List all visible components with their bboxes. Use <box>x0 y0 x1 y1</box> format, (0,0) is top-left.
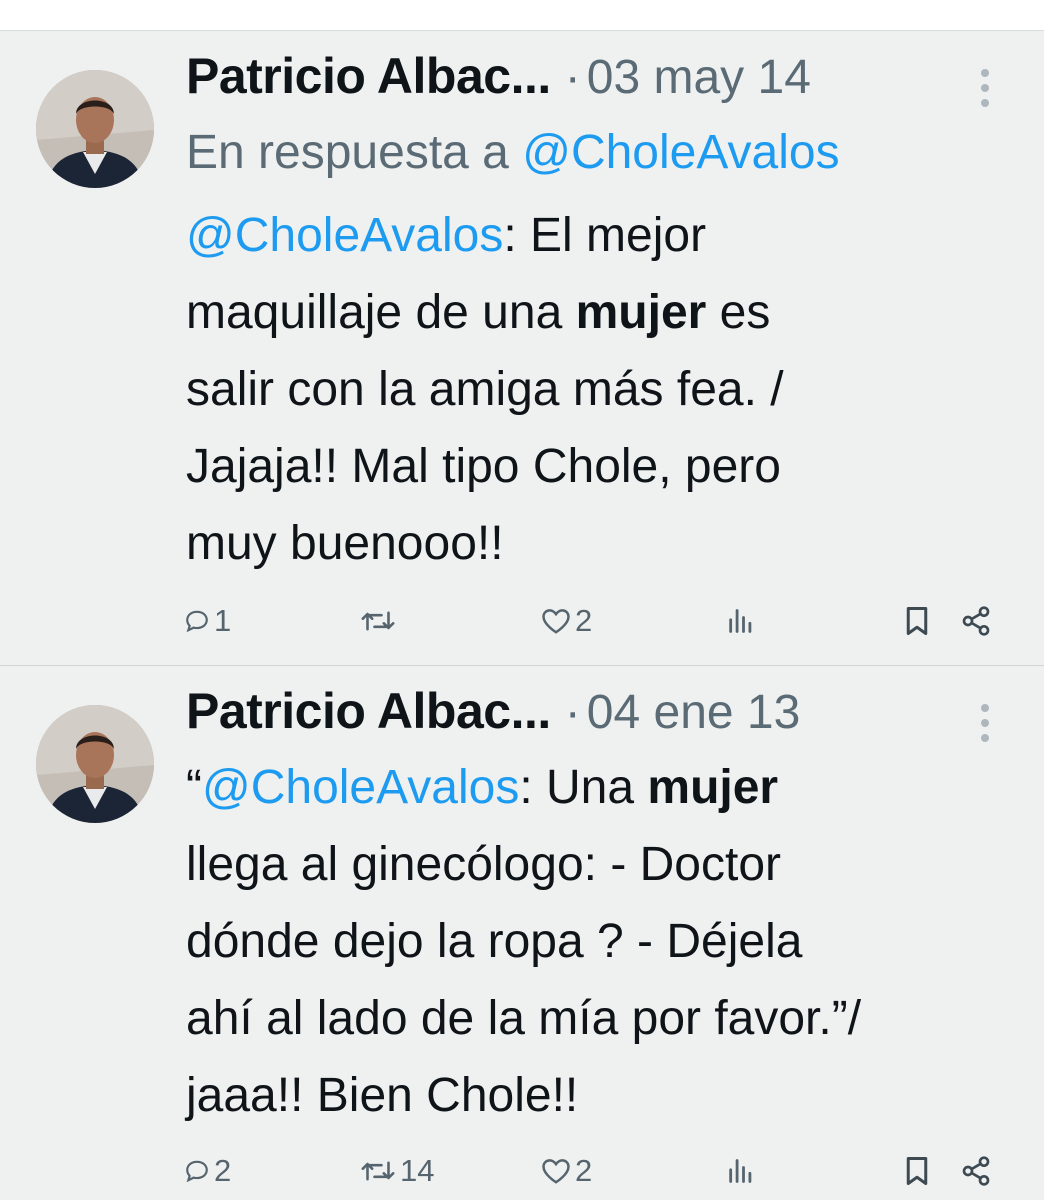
share-button[interactable] <box>960 601 992 641</box>
tweet-text-line: Jajaja!! Mal tipo Chole, pero <box>186 440 781 493</box>
like-count: 2 <box>575 603 593 638</box>
mention-link[interactable]: @CholeAvalos <box>186 209 503 262</box>
reply-button[interactable]: 2 <box>184 1151 231 1191</box>
tweet-text: @CholeAvalos: El mejor maquillaje de una… <box>186 197 986 582</box>
tweet-header: Patricio Albac... · 04 ene 13 <box>186 682 800 752</box>
author-name[interactable]: Patricio Albac... <box>186 683 551 739</box>
views-icon <box>729 1159 752 1183</box>
author-name[interactable]: Patricio Albac... <box>186 48 551 104</box>
tweet-text-line: maquillaje de una <box>186 286 576 339</box>
reply-icon <box>186 610 208 633</box>
previous-tweet-edge <box>0 0 1044 31</box>
reply-button[interactable]: 1 <box>184 601 231 641</box>
bookmark-button[interactable] <box>904 1151 930 1191</box>
tweet-actions: 1 2 <box>0 601 1044 641</box>
avatar[interactable] <box>36 70 154 188</box>
retweet-icon <box>361 1161 395 1181</box>
tweet-text-line: : El mejor <box>503 209 707 262</box>
retweet-count: 14 <box>400 1153 435 1188</box>
reply-count: 2 <box>214 1153 232 1188</box>
mention-link[interactable]: @CholeAvalos <box>202 761 519 814</box>
reply-handle-link[interactable]: @CholeAvalos <box>522 126 839 179</box>
search-highlight: mujer <box>647 761 779 814</box>
like-count: 2 <box>575 1153 593 1188</box>
bookmark-icon <box>906 607 928 635</box>
separator-dot: · <box>564 686 581 739</box>
views-button[interactable] <box>726 601 754 641</box>
tweet-text-line: muy buenooo!! <box>186 517 504 570</box>
reply-prefix: En respuesta a <box>186 126 509 179</box>
tweet-text-line: salir con la amiga más fea. / <box>186 363 784 416</box>
retweet-button[interactable]: 14 <box>360 1151 434 1191</box>
avatar[interactable] <box>36 705 154 823</box>
tweet-text-line: llega al ginecólogo: - Doctor <box>186 838 782 891</box>
share-button[interactable] <box>960 1151 992 1191</box>
share-icon <box>962 606 990 636</box>
search-highlight: mujer <box>575 286 707 339</box>
tweet-text-line: es <box>706 286 771 339</box>
tweet-header: Patricio Albac... · 03 may 14 <box>186 47 811 117</box>
tweet-text-line: : Una <box>519 761 648 814</box>
like-icon <box>542 1159 570 1184</box>
reply-icon <box>186 1160 208 1183</box>
tweet-actions: 2 14 2 <box>0 1151 1044 1191</box>
tweet-text-line: dónde dejo la ropa ? - Déjela <box>186 915 803 968</box>
views-button[interactable] <box>726 1151 754 1191</box>
retweet-button[interactable] <box>360 601 400 641</box>
views-icon <box>729 609 752 633</box>
tweet-text-line: ahí al lado de la mía por favor.”/ <box>186 992 862 1045</box>
more-icon[interactable] <box>975 704 995 744</box>
retweet-icon <box>361 611 395 631</box>
reply-count: 1 <box>214 603 232 638</box>
share-icon <box>962 1156 990 1186</box>
like-icon <box>542 609 570 634</box>
tweet[interactable]: Patricio Albac... · 04 ene 13 “@CholeAvalo… <box>0 666 1044 1200</box>
separator-dot: · <box>564 51 581 104</box>
more-icon[interactable] <box>975 69 995 109</box>
reply-context: En respuesta a @CholeAvalos <box>186 125 840 180</box>
tweet-date[interactable]: 03 may 14 <box>587 51 811 104</box>
like-button[interactable]: 2 <box>541 601 592 641</box>
like-button[interactable]: 2 <box>541 1151 592 1191</box>
quote-mark: “ <box>186 761 202 814</box>
tweet-date[interactable]: 04 ene 13 <box>587 686 801 739</box>
bookmark-button[interactable] <box>904 601 930 641</box>
tweet-text-line: jaaa!! Bien Chole!! <box>186 1069 579 1122</box>
tweet[interactable]: Patricio Albac... · 03 may 14 En respuesta… <box>0 31 1044 665</box>
bookmark-icon <box>906 1157 928 1185</box>
tweet-text: “@CholeAvalos: Una mujer llega al ginecó… <box>186 749 986 1134</box>
